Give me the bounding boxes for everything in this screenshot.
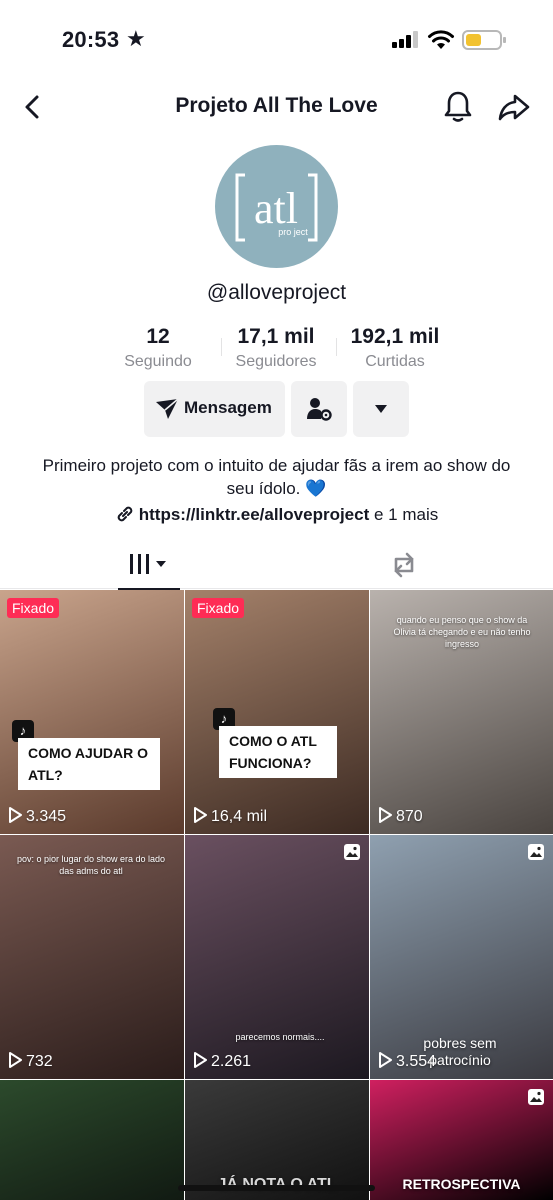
- stat-likes[interactable]: 192,1 mil Curtidas: [343, 324, 447, 374]
- avatar[interactable]: atl pro ject: [215, 145, 338, 268]
- video-overlay-text: quando eu penso que o show da Olivia tá …: [393, 615, 531, 649]
- view-count: 3.554: [378, 1052, 436, 1071]
- play-icon: [379, 1052, 392, 1068]
- svg-text:pro ject: pro ject: [278, 227, 308, 237]
- video-thumbnail[interactable]: JÁ NOTA O ATL: [185, 1080, 369, 1200]
- pinned-badge: Fixado: [7, 598, 60, 618]
- video-thumbnail[interactable]: [0, 1080, 184, 1200]
- status-time: 20:53: [62, 27, 120, 52]
- profile-actions: Mensagem: [0, 381, 553, 437]
- grid-filter-icon: [130, 554, 166, 574]
- photo-icon: [344, 844, 360, 860]
- video-overlay-text: RETROSPECTIVA: [402, 1176, 521, 1192]
- profile-stats: 12 Seguindo 17,1 mil Seguidores 192,1 mi…: [0, 324, 553, 376]
- profile-link[interactable]: https://linktr.ee/alloveproject e 1 mais: [0, 505, 553, 525]
- view-count-value: 3.554: [396, 1053, 437, 1070]
- video-caption: COMO O ATL FUNCIONA?: [219, 726, 337, 778]
- star-icon: ★: [126, 26, 146, 51]
- divider: [221, 338, 222, 356]
- stat-value: 17,1 mil: [237, 325, 315, 348]
- view-count-value: 870: [396, 808, 423, 825]
- video-thumbnail[interactable]: pobres sem patrocínio 3.554: [370, 835, 553, 1079]
- video-overlay-text: parecemos normais....: [235, 1032, 325, 1042]
- top-nav: Projeto All The Love: [0, 80, 553, 136]
- blue-heart-emoji: 💙: [305, 479, 327, 498]
- video-thumbnail[interactable]: RETROSPECTIVA: [370, 1080, 553, 1200]
- status-bar: 20:53 ★: [0, 0, 553, 80]
- more-options-button[interactable]: [353, 381, 409, 437]
- view-count: 3.345: [8, 807, 66, 826]
- content-tabs: [0, 540, 553, 590]
- send-icon: [156, 398, 179, 419]
- stat-label: Seguidores: [235, 353, 317, 370]
- view-count: 732: [8, 1052, 53, 1071]
- video-thumbnail[interactable]: Fixado ♪ COMO AJUDAR O ATL? 3.345: [0, 590, 184, 834]
- bio-text: Primeiro projeto com o intuito de ajudar…: [42, 456, 511, 498]
- stat-value: 12: [146, 325, 170, 348]
- video-thumbnail[interactable]: Fixado ♪ COMO O ATL FUNCIONA? 16,4 mil: [185, 590, 369, 834]
- stat-followers[interactable]: 17,1 mil Seguidores: [226, 324, 326, 374]
- photo-icon: [528, 844, 544, 860]
- repost-icon: [394, 552, 414, 578]
- link-icon: [117, 506, 133, 522]
- stat-value: 192,1 mil: [350, 325, 440, 348]
- message-button[interactable]: Mensagem: [144, 381, 285, 437]
- view-count-value: 732: [26, 1053, 53, 1070]
- view-count: 870: [378, 807, 423, 826]
- link-more: e 1 mais: [374, 505, 439, 524]
- view-count-value: 2.261: [211, 1053, 252, 1070]
- message-label: Mensagem: [184, 398, 272, 417]
- photo-icon: [528, 1089, 544, 1105]
- link-url: https://linktr.ee/alloveproject: [138, 505, 370, 524]
- atl-logo: atl pro ject: [235, 173, 318, 242]
- stat-following[interactable]: 12 Seguindo: [108, 324, 208, 374]
- caret-down-icon: [375, 405, 387, 413]
- battery-icon: [462, 30, 506, 50]
- play-icon: [194, 1052, 207, 1068]
- play-icon: [9, 807, 22, 823]
- home-indicator: [178, 1185, 375, 1191]
- stat-label: Curtidas: [365, 353, 425, 370]
- video-thumbnail[interactable]: quando eu penso que o show da Olivia tá …: [370, 590, 553, 834]
- video-thumbnail[interactable]: parecemos normais.... 2.261: [185, 835, 369, 1079]
- svg-text:atl: atl: [254, 184, 298, 233]
- wifi-icon: [428, 30, 454, 49]
- friend-settings-button[interactable]: [291, 381, 347, 437]
- view-count-value: 3.345: [26, 808, 67, 825]
- video-grid: Fixado ♪ COMO AJUDAR O ATL? 3.345 Fixado…: [0, 590, 553, 1200]
- divider: [336, 338, 337, 356]
- stat-label: Seguindo: [124, 353, 192, 370]
- profile-handle: @alloveproject: [206, 281, 347, 304]
- tab-reposts[interactable]: [382, 540, 426, 589]
- video-caption: COMO AJUDAR O ATL?: [18, 738, 160, 790]
- video-overlay-text: pov: o pior lugar do show era do lado da…: [16, 854, 166, 876]
- tab-videos[interactable]: [118, 540, 180, 590]
- profile-bio: Primeiro projeto com o intuito de ajudar…: [40, 454, 513, 500]
- bell-icon[interactable]: [443, 90, 473, 124]
- signal-icon: [392, 31, 418, 48]
- pinned-badge: Fixado: [192, 598, 245, 618]
- video-thumbnail[interactable]: pov: o pior lugar do show era do lado da…: [0, 835, 184, 1079]
- play-icon: [379, 807, 392, 823]
- user-gear-icon: [307, 398, 332, 421]
- share-icon[interactable]: [497, 92, 531, 122]
- view-count: 16,4 mil: [193, 807, 267, 826]
- view-count-value: 16,4 mil: [211, 808, 268, 825]
- play-icon: [194, 807, 207, 823]
- view-count: 2.261: [193, 1052, 251, 1071]
- play-icon: [9, 1052, 22, 1068]
